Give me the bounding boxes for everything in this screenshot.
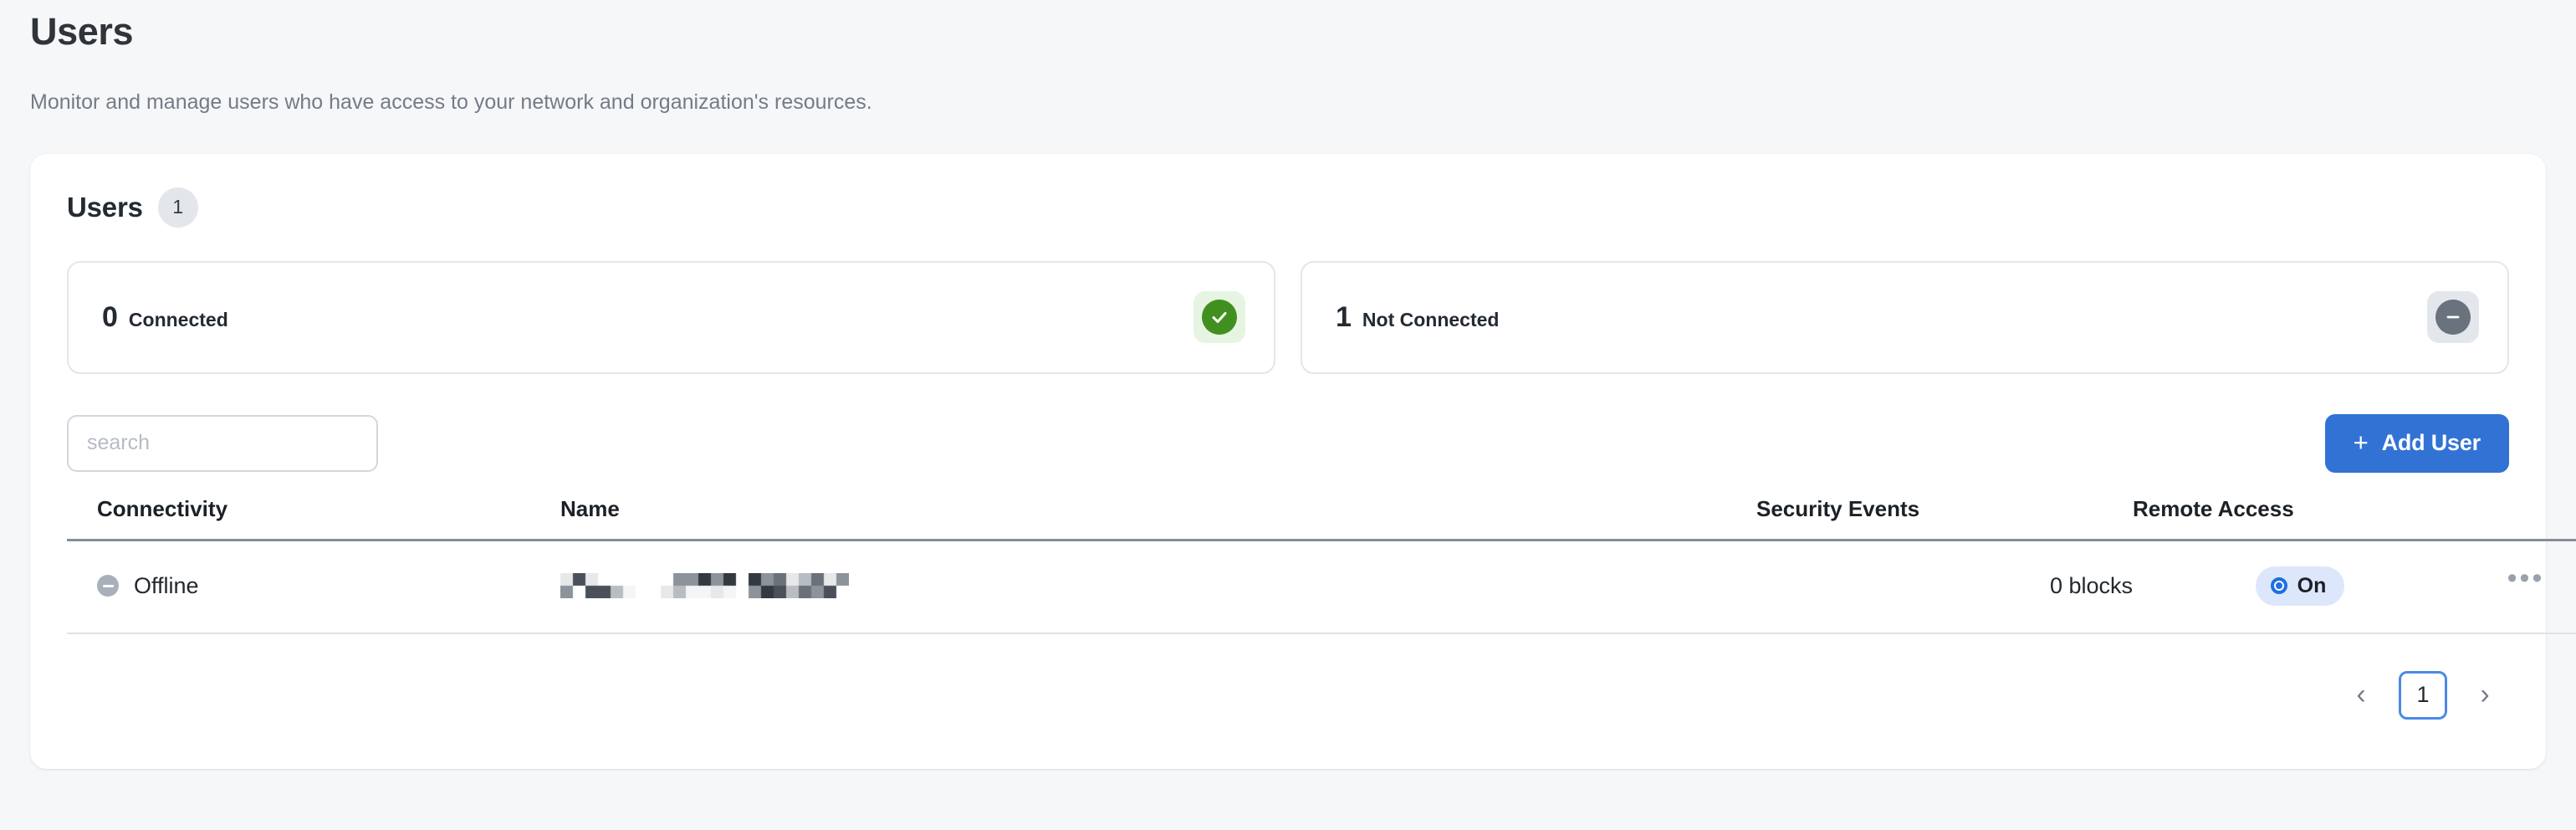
cell-actions: ••• [2467,540,2576,634]
card-title: Users [67,191,143,223]
check-circle-icon [1193,291,1245,344]
users-count-badge: 1 [157,187,198,228]
column-header-remote-access[interactable]: Remote Access [2133,495,2467,541]
remote-access-status-badge[interactable]: On [2255,566,2345,606]
pagination-next-button[interactable]: › [2466,673,2504,718]
stat-connected-label: Connected [128,308,228,330]
users-table-header: Connectivity Name Security Events Remote… [67,495,2576,541]
connectivity-summary: 0 Connected 1 Not Connected [67,260,2509,374]
card-header: Users 1 [67,187,2509,228]
users-table-body: Offline 0 blocks On ••• [67,540,2576,634]
connectivity-status-label: Offline [134,572,199,598]
column-header-security-events[interactable]: Security Events [1756,495,2133,541]
cell-connectivity: Offline [67,540,560,634]
column-header-actions [2467,495,2576,541]
cell-name [560,540,1756,634]
page-title: Users [30,10,134,53]
stat-card-not-connected[interactable]: 1 Not Connected [1301,260,2509,374]
search-input[interactable] [67,414,378,472]
pagination-page-1[interactable]: 1 [2399,670,2447,720]
stat-connected-text: 0 Connected [102,301,228,334]
add-user-label: Add User [2381,430,2481,456]
redacted-name [560,572,1756,599]
users-page: Users Monitor and manage users who have … [0,0,2576,830]
remote-access-label: On [2297,573,2327,597]
stat-connected-count: 0 [102,300,118,333]
stat-not-connected-text: 1 Not Connected [1336,301,1499,334]
users-table: Connectivity Name Security Events Remote… [67,495,2576,634]
add-user-button[interactable]: + Add User [2324,413,2509,473]
minus-circle-glyph [2435,300,2471,336]
pagination: ‹ 1 › [67,670,2509,720]
column-header-name[interactable]: Name [560,495,1756,541]
users-card: Users 1 0 Connected 1 Not Connected sear… [30,153,2576,769]
minus-circle-icon [97,575,119,597]
cell-remote-access: On [2133,540,2467,634]
page-subtitle: Monitor and manage users who have access… [30,90,872,115]
ellipsis-icon[interactable]: ••• [2507,564,2545,592]
table-toolbar: + Add User [67,413,2509,473]
stat-not-connected-label: Not Connected [1362,308,1500,330]
table-row[interactable]: Offline 0 blocks On ••• [67,540,2576,634]
column-header-connectivity[interactable]: Connectivity [67,495,560,541]
radio-on-icon [2270,577,2287,595]
plus-icon: + [2353,428,2369,458]
table-header-row: Connectivity Name Security Events Remote… [67,495,2576,541]
stat-card-connected[interactable]: 0 Connected [67,260,1275,374]
pagination-prev-button[interactable]: ‹ [2342,673,2380,718]
minus-circle-icon [2427,291,2479,344]
stat-not-connected-count: 1 [1336,300,1352,333]
check-circle-glyph [1202,300,1237,336]
cell-security-events: 0 blocks [1756,540,2133,634]
